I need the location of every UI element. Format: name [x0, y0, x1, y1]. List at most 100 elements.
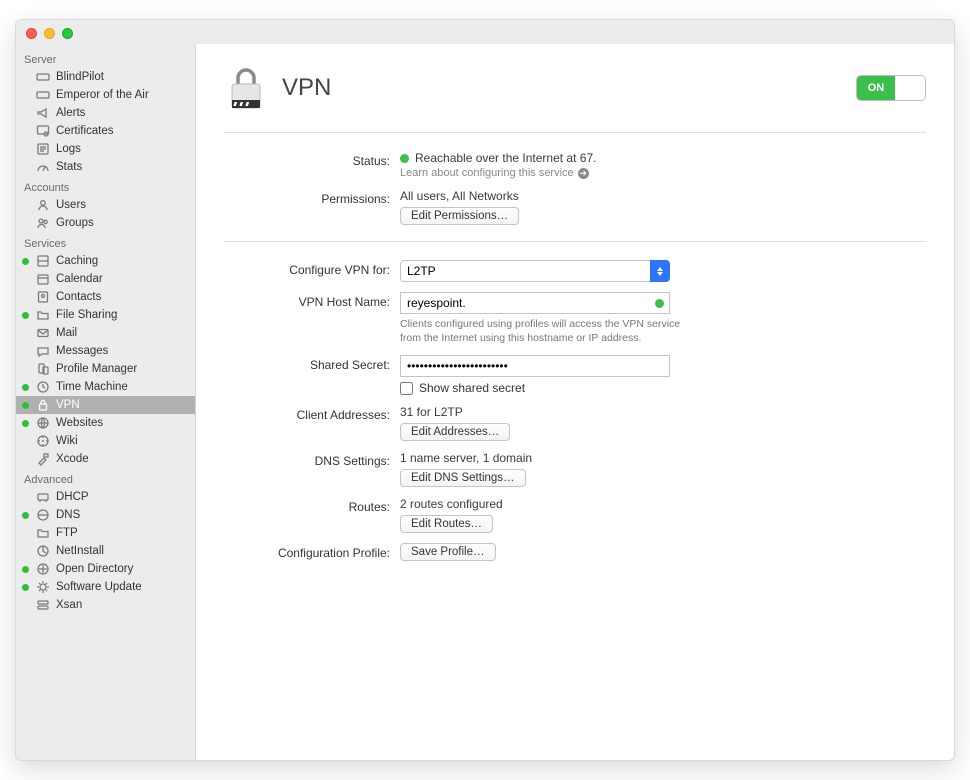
row-shared-secret: Shared Secret: Show shared secret: [224, 355, 926, 395]
configure-vpn-select[interactable]: L2TP: [400, 260, 670, 282]
minimize-window-button[interactable]: [44, 28, 55, 39]
sidebar-item-label: Contacts: [56, 291, 101, 303]
sidebar-item-open-directory[interactable]: Open Directory: [16, 560, 195, 578]
mac-mini-icon: [36, 70, 50, 84]
sidebar-item-label: DNS: [56, 509, 80, 521]
label-configure-vpn: Configure VPN for:: [224, 260, 400, 277]
sidebar-item-software-update[interactable]: Software Update: [16, 578, 195, 596]
sidebar-item-wiki[interactable]: Wiki: [16, 432, 195, 450]
sidebar-item-label: Xcode: [56, 453, 89, 465]
sidebar-item-caching[interactable]: Caching: [16, 252, 195, 270]
sidebar-item-groups[interactable]: Groups: [16, 214, 195, 232]
zoom-window-button[interactable]: [62, 28, 73, 39]
sidebar-item-label: Emperor of the Air: [56, 89, 149, 101]
open-directory-icon: [36, 562, 50, 576]
sidebar-item-logs[interactable]: Logs: [16, 140, 195, 158]
messages-icon: [36, 344, 50, 358]
sidebar-item-dhcp[interactable]: DHCP: [16, 488, 195, 506]
sidebar-item-certificates[interactable]: Certificates: [16, 122, 195, 140]
sidebar-item-xsan[interactable]: Xsan: [16, 596, 195, 614]
label-client-addresses: Client Addresses:: [224, 405, 400, 422]
edit-addresses-button[interactable]: Edit Addresses…: [400, 423, 510, 441]
certificate-icon: [36, 124, 50, 138]
sidebar-item-emperor[interactable]: Emperor of the Air: [16, 86, 195, 104]
permissions-value: All users, All Networks: [400, 189, 690, 203]
sidebar: Server BlindPilot Emperor of the Air Ale…: [16, 44, 196, 760]
row-hostname: VPN Host Name: Clients configured using …: [224, 292, 926, 345]
service-toggle[interactable]: ON: [856, 75, 926, 101]
sidebar-item-label: Logs: [56, 143, 81, 155]
main-panel: VPN ON Status: Reachable over the Intern…: [196, 44, 954, 760]
sidebar-item-blindpilot[interactable]: BlindPilot: [16, 68, 195, 86]
logs-icon: [36, 142, 50, 156]
sidebar-item-users[interactable]: Users: [16, 196, 195, 214]
show-secret-checkbox[interactable]: [400, 382, 413, 395]
dhcp-icon: [36, 490, 50, 504]
status-hint-text: Learn about configuring this service: [400, 167, 574, 179]
edit-routes-button[interactable]: Edit Routes…: [400, 515, 493, 533]
sidebar-item-mail[interactable]: Mail: [16, 324, 195, 342]
sidebar-item-websites[interactable]: Websites: [16, 414, 195, 432]
sidebar-item-profile-manager[interactable]: Profile Manager: [16, 360, 195, 378]
sidebar-item-ftp[interactable]: FTP: [16, 524, 195, 542]
sidebar-item-label: Alerts: [56, 107, 85, 119]
sidebar-item-vpn[interactable]: VPN: [16, 396, 195, 414]
gear-icon: [36, 580, 50, 594]
calendar-icon: [36, 272, 50, 286]
server-app-window: Server BlindPilot Emperor of the Air Ale…: [15, 19, 955, 761]
user-icon: [36, 198, 50, 212]
label-routes: Routes:: [224, 497, 400, 514]
sidebar-item-file-sharing[interactable]: File Sharing: [16, 306, 195, 324]
header: VPN ON: [224, 64, 926, 112]
toggle-off-side: [895, 76, 925, 100]
caching-icon: [36, 254, 50, 268]
status-hint-link[interactable]: Learn about configuring this service ➔: [400, 167, 690, 179]
edit-dns-button[interactable]: Edit DNS Settings…: [400, 469, 526, 487]
folder-icon: [36, 526, 50, 540]
mail-icon: [36, 326, 50, 340]
xsan-icon: [36, 598, 50, 612]
info-arrow-icon: ➔: [578, 168, 589, 179]
sidebar-item-label: Software Update: [56, 581, 142, 593]
sidebar-item-label: Calendar: [56, 273, 103, 285]
label-config-profile: Configuration Profile:: [224, 543, 400, 560]
sidebar-item-xcode[interactable]: Xcode: [16, 450, 195, 468]
label-dns: DNS Settings:: [224, 451, 400, 468]
close-window-button[interactable]: [26, 28, 37, 39]
sidebar-item-time-machine[interactable]: Time Machine: [16, 378, 195, 396]
show-secret-row[interactable]: Show shared secret: [400, 381, 690, 395]
sidebar-item-contacts[interactable]: Contacts: [16, 288, 195, 306]
sidebar-item-label: File Sharing: [56, 309, 117, 321]
sidebar-item-netinstall[interactable]: NetInstall: [16, 542, 195, 560]
hostname-input[interactable]: [400, 292, 670, 314]
netinstall-icon: [36, 544, 50, 558]
group-icon: [36, 216, 50, 230]
window-body: Server BlindPilot Emperor of the Air Ale…: [16, 44, 954, 760]
sidebar-item-dns[interactable]: DNS: [16, 506, 195, 524]
sidebar-section-services: Services: [16, 232, 195, 252]
save-profile-button[interactable]: Save Profile…: [400, 543, 496, 561]
sidebar-item-label: Stats: [56, 161, 82, 173]
show-secret-label: Show shared secret: [419, 381, 525, 395]
window-controls: [16, 20, 954, 44]
mac-mini-icon: [36, 88, 50, 102]
sidebar-item-label: Wiki: [56, 435, 78, 447]
toggle-on-label: ON: [857, 76, 895, 100]
status-dot-icon: [22, 584, 29, 591]
meter-icon: [36, 160, 50, 174]
shared-secret-input[interactable]: [400, 355, 670, 377]
sidebar-item-calendar[interactable]: Calendar: [16, 270, 195, 288]
hostname-hint: Clients configured using profiles will a…: [400, 317, 690, 345]
sidebar-item-messages[interactable]: Messages: [16, 342, 195, 360]
sidebar-item-stats[interactable]: Stats: [16, 158, 195, 176]
hammer-icon: [36, 452, 50, 466]
page-title: VPN: [282, 74, 331, 102]
globe-icon: [36, 416, 50, 430]
status-dot-icon: [22, 402, 29, 409]
status-dot-icon: [22, 384, 29, 391]
edit-permissions-button[interactable]: Edit Permissions…: [400, 207, 519, 225]
sidebar-item-label: DHCP: [56, 491, 89, 503]
sidebar-item-label: Certificates: [56, 125, 114, 137]
sidebar-item-label: Profile Manager: [56, 363, 137, 375]
sidebar-item-alerts[interactable]: Alerts: [16, 104, 195, 122]
